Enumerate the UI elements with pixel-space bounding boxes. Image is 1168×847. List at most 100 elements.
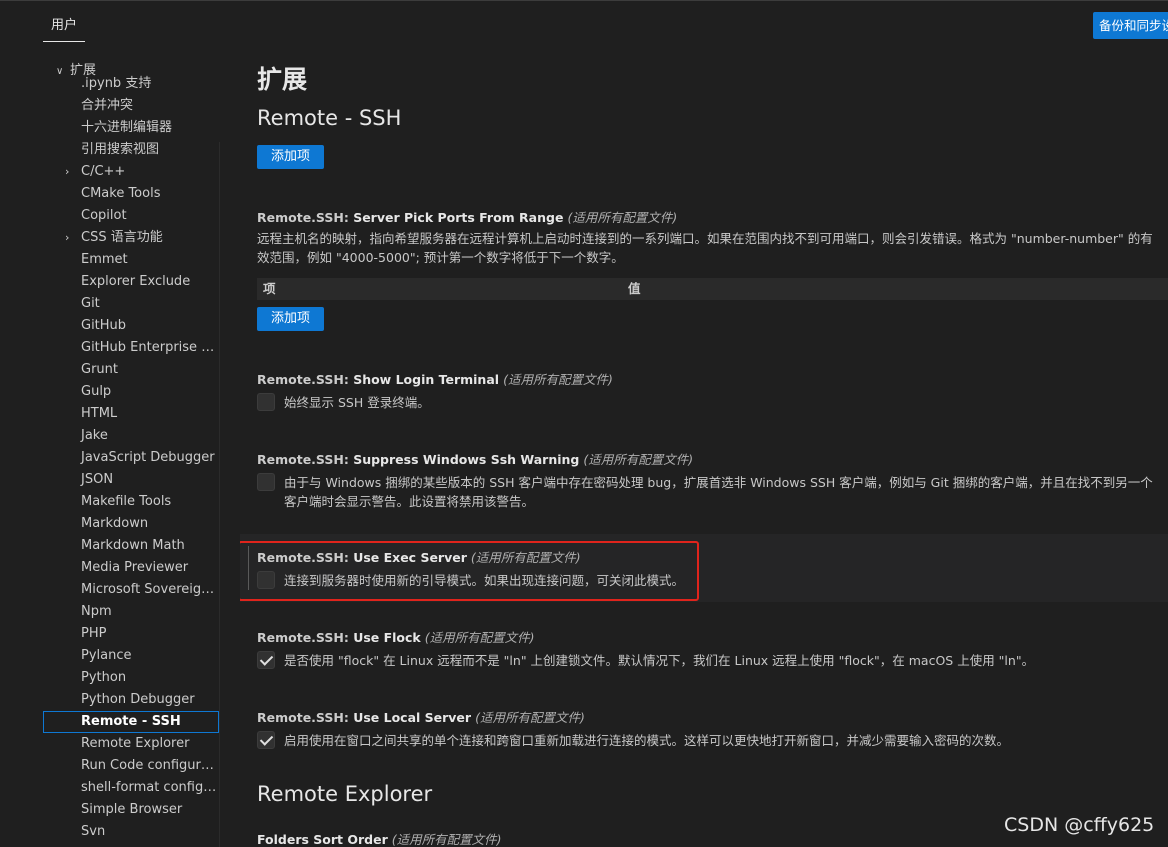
top-divider bbox=[0, 0, 1168, 1]
sidebar-item-label: Markdown bbox=[81, 516, 149, 531]
sidebar-item-label: Makefile Tools bbox=[81, 494, 172, 509]
setting-title: Remote.SSH: Show Login Terminal (适用所有配置文件… bbox=[257, 372, 613, 387]
column-value-header: 值 bbox=[628, 281, 641, 296]
sidebar-item[interactable]: shell-format configura... bbox=[43, 777, 219, 799]
tab-user-settings[interactable]: 用户 bbox=[43, 12, 85, 42]
settings-editor: 扩展 Remote - SSH 添加项 Remote.SSH: Server P… bbox=[240, 58, 1168, 847]
sidebar-item-label: Microsoft Sovereign C... bbox=[81, 582, 219, 597]
sidebar-item[interactable]: Npm bbox=[43, 601, 219, 623]
setting-title: Remote.SSH: Use Flock (适用所有配置文件) bbox=[257, 630, 535, 645]
setting-description: 是否使用 "flock" 在 Linux 远程而不是 "ln" 上创建锁文件。默… bbox=[284, 653, 1035, 668]
sidebar-item-label: Remote - SSH bbox=[81, 714, 181, 729]
sidebar-item[interactable]: Makefile Tools bbox=[43, 491, 219, 513]
sidebar-item-label: JavaScript Debugger bbox=[81, 450, 215, 465]
sidebar-item-label: Svn bbox=[81, 824, 106, 839]
sidebar-item[interactable]: › C/C++ bbox=[43, 161, 219, 183]
sidebar-item-label: Pylance bbox=[81, 648, 132, 663]
sidebar-item-label: 十六进制编辑器 bbox=[81, 120, 173, 135]
sidebar-item[interactable]: Explorer Exclude bbox=[43, 271, 219, 293]
sidebar-item-label: Markdown Math bbox=[81, 538, 185, 553]
setting-description: 由于与 Windows 捆绑的某些版本的 SSH 客户端中存在密码处理 bug，… bbox=[284, 475, 1153, 509]
sidebar-item-label: Python bbox=[81, 670, 127, 685]
sidebar-item[interactable]: Svn bbox=[43, 821, 219, 843]
category-title: 扩展 bbox=[257, 65, 308, 94]
sidebar-item[interactable]: Python bbox=[43, 667, 219, 689]
sidebar-item-label: Gulp bbox=[81, 384, 112, 399]
sidebar-item[interactable]: Git bbox=[43, 293, 219, 315]
sidebar-item-label: Remote Explorer bbox=[81, 736, 190, 751]
sidebar-item-label: Explorer Exclude bbox=[81, 274, 191, 289]
sidebar-item-label: Emmet bbox=[81, 252, 128, 267]
sidebar-item-label: CMake Tools bbox=[81, 186, 161, 201]
sidebar-item-label: 合并冲突 bbox=[81, 98, 134, 113]
sidebar-item[interactable]: Media Previewer bbox=[43, 557, 219, 579]
sidebar-item[interactable]: .ipynb 支持 bbox=[43, 73, 219, 95]
sidebar-item-label: CSS 语言功能 bbox=[81, 230, 163, 245]
sidebar-item[interactable]: › CSS 语言功能 bbox=[43, 227, 219, 249]
sidebar-item[interactable]: 十六进制编辑器 bbox=[43, 117, 219, 139]
sidebar-item[interactable]: JavaScript Debugger bbox=[43, 447, 219, 469]
show-login-terminal-checkbox[interactable] bbox=[257, 393, 275, 411]
setting-title: Remote.SSH: Use Local Server (适用所有配置文件) bbox=[257, 710, 585, 725]
setting-description: 远程主机名的映射，指向希望服务器在远程计算机上启动时连接到的一系列端口。如果在范… bbox=[257, 231, 1153, 265]
add-item-button[interactable]: 添加项 bbox=[257, 145, 325, 169]
sidebar-item[interactable]: 引用搜索视图 bbox=[43, 139, 219, 161]
sidebar-item[interactable]: CMake Tools bbox=[43, 183, 219, 205]
sidebar-item[interactable]: Copilot bbox=[43, 205, 219, 227]
sidebar-item[interactable]: Gulp bbox=[43, 381, 219, 403]
sidebar-item[interactable]: JSON bbox=[43, 469, 219, 491]
setting-description: 始终显示 SSH 登录终端。 bbox=[284, 395, 430, 410]
annotation-highlight-box bbox=[240, 541, 699, 601]
sidebar-item-label: Media Previewer bbox=[81, 560, 189, 575]
chevron-right-icon: › bbox=[65, 165, 70, 178]
sidebar-item-label: Copilot bbox=[81, 208, 127, 223]
sidebar-item[interactable]: HTML bbox=[43, 403, 219, 425]
sidebar-item[interactable]: PHP bbox=[43, 623, 219, 645]
section-title-remote-explorer: Remote Explorer bbox=[257, 782, 433, 806]
sidebar-item[interactable]: Run Code configuration bbox=[43, 755, 219, 777]
sidebar-item[interactable]: Jake bbox=[43, 425, 219, 447]
key-value-table-header: 项 值 bbox=[257, 278, 1168, 300]
setting-description: 启用使用在窗口之间共享的单个连接和跨窗口重新加载进行连接的模式。这样可以更快地打… bbox=[284, 733, 1010, 748]
sidebar-item[interactable]: Emmet bbox=[43, 249, 219, 271]
sidebar-item[interactable]: Simple Browser bbox=[43, 799, 219, 821]
sidebar-item[interactable]: 合并冲突 bbox=[43, 95, 219, 117]
sidebar-item-label: shell-format configura... bbox=[81, 780, 219, 795]
column-key-header: 项 bbox=[263, 281, 276, 296]
section-title-remote-ssh: Remote - SSH bbox=[257, 106, 402, 130]
sidebar-item[interactable]: Python Debugger bbox=[43, 689, 219, 711]
sidebar-item[interactable]: Grunt bbox=[43, 359, 219, 381]
sidebar-item-label: Jake bbox=[81, 428, 108, 443]
sidebar-item-label: C/C++ bbox=[81, 164, 126, 179]
settings-toc: ∨ 扩展 .ipynb 支持 合并冲突 十六进制编辑器 引用搜索视图 › C/C++ CMak… bbox=[43, 58, 219, 847]
sidebar-item-label: Git bbox=[81, 296, 100, 311]
sidebar-item-label: GitHub Enterprise Ser... bbox=[81, 340, 219, 355]
sidebar-item-label: Grunt bbox=[81, 362, 118, 377]
sidebar-item-label: Python Debugger bbox=[81, 692, 195, 707]
sidebar-item[interactable]: Remote Explorer bbox=[43, 733, 219, 755]
setting-title: Remote.SSH: Suppress Windows Ssh Warning… bbox=[257, 452, 694, 467]
sidebar-item[interactable]: GitHub Enterprise Ser... bbox=[43, 337, 219, 359]
sidebar-item[interactable]: Pylance bbox=[43, 645, 219, 667]
sidebar-item[interactable]: Remote - SSH bbox=[43, 711, 219, 733]
toc-list: .ipynb 支持 合并冲突十六进制编辑器 引用搜索视图 › C/C++ CMake To… bbox=[43, 73, 219, 843]
sidebar-item-label: Npm bbox=[81, 604, 112, 619]
sidebar-item-label: 引用搜索视图 bbox=[81, 142, 160, 157]
sidebar-item[interactable]: Microsoft Sovereign C... bbox=[43, 579, 219, 601]
sidebar-item[interactable]: Markdown Math bbox=[43, 535, 219, 557]
sidebar-item-label: .ipynb 支持 bbox=[81, 76, 152, 91]
backup-sync-button[interactable]: 备份和同步设置 bbox=[1093, 12, 1168, 39]
sidebar-item-label: JSON bbox=[81, 472, 114, 487]
sidebar-item[interactable]: GitHub bbox=[43, 315, 219, 337]
chevron-right-icon: › bbox=[65, 231, 70, 244]
add-item-button-ports[interactable]: 添加项 bbox=[257, 307, 325, 331]
sidebar-item[interactable]: Markdown bbox=[43, 513, 219, 535]
use-local-server-checkbox[interactable] bbox=[257, 731, 275, 749]
sidebar-item-label: HTML bbox=[81, 406, 118, 421]
suppress-warning-checkbox[interactable] bbox=[257, 473, 275, 491]
setting-title: Folders Sort Order (适用所有配置文件) bbox=[257, 832, 502, 847]
sidebar-item-label: PHP bbox=[81, 626, 107, 641]
toc-scrollbar-track[interactable] bbox=[219, 142, 220, 847]
sidebar-item-label: Simple Browser bbox=[81, 802, 183, 817]
use-flock-checkbox[interactable] bbox=[257, 651, 275, 669]
